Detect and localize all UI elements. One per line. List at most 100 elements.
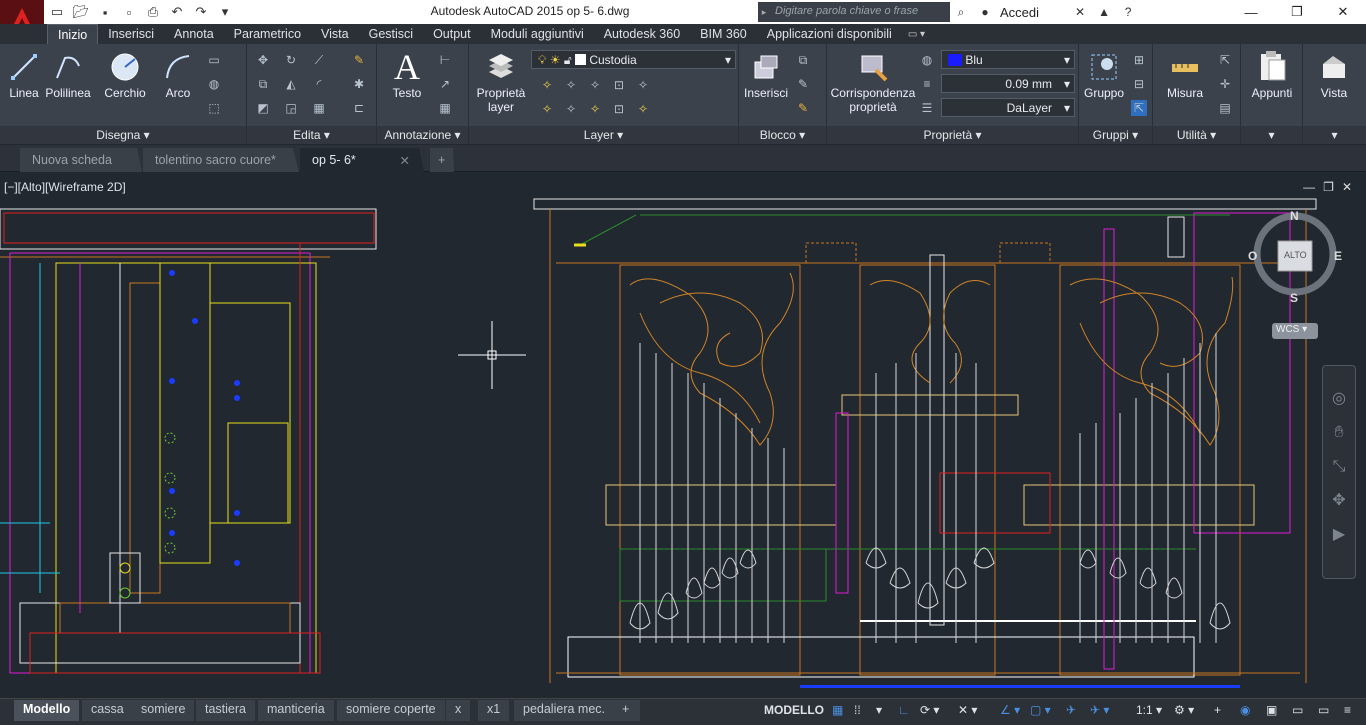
array-icon[interactable]: ▦: [311, 100, 327, 116]
viewcube-north[interactable]: N: [1290, 209, 1299, 223]
grid-icon[interactable]: ▦: [832, 703, 843, 717]
exchange-icon[interactable]: ✕: [1071, 3, 1089, 21]
autoscale-icon[interactable]: ✈ ▾: [1090, 703, 1109, 717]
user-icon[interactable]: ●: [976, 3, 994, 21]
panel-title-disegna[interactable]: Disegna ▾: [0, 126, 246, 144]
view-tool[interactable]: Vista: [1307, 50, 1361, 100]
panel-title-gruppi[interactable]: Gruppi ▾: [1079, 126, 1152, 144]
help-icon[interactable]: ?: [1119, 3, 1137, 21]
layer-properties-tool[interactable]: Proprietà layer: [473, 50, 529, 114]
tab-parametrico[interactable]: Parametrico: [224, 24, 311, 44]
otrack-icon[interactable]: ∠ ▾: [1000, 703, 1020, 717]
tab-moduli[interactable]: Moduli aggiuntivi: [481, 24, 594, 44]
viewcube[interactable]: ALTO N S E O: [1248, 209, 1342, 305]
layer-on-icon[interactable]: ✧: [539, 101, 555, 117]
maximize-icon[interactable]: ❐: [1274, 0, 1320, 24]
dimension-icon[interactable]: ⊢: [437, 52, 453, 68]
annotation-visibility-icon[interactable]: ✈: [1066, 703, 1076, 717]
ungroup-icon[interactable]: ⊞: [1131, 52, 1147, 68]
save-as-icon[interactable]: ▫: [118, 2, 140, 22]
search-expand-icon[interactable]: ▸: [758, 2, 770, 22]
showmotion-icon[interactable]: ▶: [1323, 518, 1355, 552]
tab-bim360[interactable]: BIM 360: [690, 24, 757, 44]
tab-vista[interactable]: Vista: [311, 24, 359, 44]
trim-icon[interactable]: ⟋: [311, 52, 327, 68]
layout-tab-cassa[interactable]: cassa: [82, 700, 133, 721]
layer-off-icon[interactable]: ✧: [539, 77, 555, 93]
mirror-icon[interactable]: ◭: [283, 76, 299, 92]
offset-icon[interactable]: ⊏: [351, 100, 367, 116]
edit-attributes-icon[interactable]: ✎: [795, 100, 811, 116]
open-folder-icon[interactable]: 📂︎: [70, 2, 92, 22]
viewport-label[interactable]: [−][Alto][Wireframe 2D]: [4, 180, 126, 194]
create-block-icon[interactable]: ⧉: [795, 52, 811, 68]
layer-thaw-icon[interactable]: ✧: [587, 101, 603, 117]
panel-title-appunti[interactable]: ▾: [1241, 126, 1302, 144]
ortho-icon[interactable]: ∟: [898, 703, 910, 717]
doc-tab-nuova[interactable]: Nuova scheda: [20, 148, 142, 172]
isolate-objects-icon[interactable]: ◉: [1240, 703, 1250, 717]
insert-block-tool[interactable]: Inserisci: [741, 50, 791, 100]
scale-icon[interactable]: ◲: [283, 100, 299, 116]
layout-tab-tastiera[interactable]: tastiera: [196, 700, 255, 721]
rotate-icon[interactable]: ↻: [283, 52, 299, 68]
tab-gestisci[interactable]: Gestisci: [359, 24, 423, 44]
viewcube-east[interactable]: E: [1334, 249, 1342, 263]
save-icon[interactable]: ▪: [94, 2, 116, 22]
layout-tab-modello[interactable]: Modello: [14, 700, 80, 721]
panel-title-blocco[interactable]: Blocco ▾: [739, 126, 826, 144]
binoculars-icon[interactable]: ⌕: [952, 3, 970, 21]
layout-tab-x[interactable]: x: [446, 700, 471, 721]
clean-screen-icon[interactable]: ▭: [1292, 703, 1303, 717]
viewport-restore-icon[interactable]: ❐: [1323, 180, 1334, 194]
dyn-ucs-icon[interactable]: ▢ ▾: [1030, 703, 1051, 717]
layer-freeze-icon[interactable]: ✧: [587, 77, 603, 93]
layer-merge-icon[interactable]: ✧: [635, 101, 651, 117]
annotation-scale[interactable]: 1:1 ▾: [1136, 703, 1162, 717]
panel-title-vista[interactable]: ▾: [1303, 126, 1366, 144]
workspace-gear-icon[interactable]: ⚙ ▾: [1174, 703, 1194, 717]
region-icon[interactable]: ⬚: [206, 100, 222, 116]
layout-tab-pedaliera[interactable]: pedaliera mec.: [514, 700, 614, 721]
stretch-icon[interactable]: ◩: [255, 100, 271, 116]
viewport-minimize-icon[interactable]: —: [1303, 180, 1315, 194]
viewport-close-icon[interactable]: ✕: [1342, 180, 1352, 194]
tab-inserisci[interactable]: Inserisci: [98, 24, 164, 44]
rectangle-icon[interactable]: ▭: [206, 52, 222, 68]
text-tool[interactable]: A Testo: [383, 47, 431, 100]
new-file-icon[interactable]: ▭: [46, 2, 68, 22]
fullscreen-icon[interactable]: ▭: [1318, 703, 1329, 717]
paste-tool[interactable]: Appunti: [1243, 50, 1301, 100]
quick-select-icon[interactable]: ⇱: [1217, 52, 1233, 68]
panel-title-layer[interactable]: Layer ▾: [469, 126, 738, 144]
customization-menu-icon[interactable]: ≡: [1344, 703, 1351, 717]
panel-title-edita[interactable]: Edita ▾: [247, 126, 376, 144]
layer-match-icon[interactable]: ✧: [635, 77, 651, 93]
point-icon[interactable]: ✛: [1217, 76, 1233, 92]
autodesk-icon[interactable]: ▲: [1095, 3, 1113, 21]
layer-isolate-icon[interactable]: ✧: [563, 77, 579, 93]
match-properties-tool[interactable]: Corrispondenza proprietà: [829, 50, 917, 114]
fillet-icon[interactable]: ◜: [311, 76, 327, 92]
calculator-icon[interactable]: ▤: [1217, 100, 1233, 116]
line-tool[interactable]: Linea: [4, 50, 44, 100]
tab-output[interactable]: Output: [423, 24, 481, 44]
layer-unlock-icon[interactable]: ⊡: [611, 101, 627, 117]
tab-autodesk360[interactable]: Autodesk 360: [594, 24, 690, 44]
linetype-dropdown[interactable]: DaLayer ▾: [941, 98, 1075, 117]
layer-dropdown[interactable]: 💡︎ ☀ 🔓︎ Custodia ▾: [531, 50, 736, 69]
steering-wheel-icon[interactable]: ◎: [1323, 382, 1355, 416]
snap-icon[interactable]: ⁞⁞: [854, 703, 861, 717]
model-space-toggle[interactable]: MODELLO: [764, 703, 824, 717]
doc-tab-tolentino[interactable]: tolentino sacro cuore*: [143, 148, 299, 172]
lineweight-dropdown[interactable]: 0.09 mm ▾: [941, 74, 1075, 93]
layer-walk-icon[interactable]: ✧: [563, 101, 579, 117]
table-icon[interactable]: ▦: [437, 100, 453, 116]
add-layout-button[interactable]: +: [614, 700, 640, 721]
move-icon[interactable]: ✥: [255, 52, 271, 68]
erase-icon[interactable]: ✎: [351, 52, 367, 68]
ribbon-options-icon[interactable]: ▭ ▾: [902, 25, 931, 44]
edit-block-icon[interactable]: ✎: [795, 76, 811, 92]
arc-tool[interactable]: Arco: [156, 50, 200, 100]
layout-tab-somiere-coperte[interactable]: somiere coperte: [337, 700, 445, 721]
